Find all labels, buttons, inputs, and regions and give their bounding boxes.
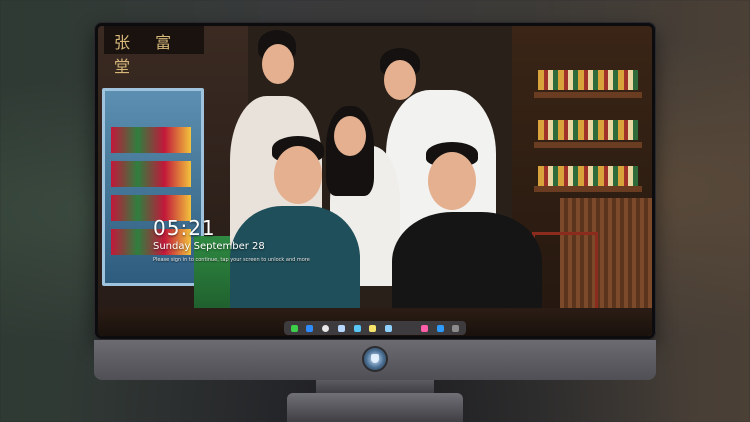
dock-item-camera[interactable] xyxy=(451,323,461,333)
face xyxy=(428,152,476,210)
monitor-bezel: 张 富 堂 05:21 Sunday September 28 Please s… xyxy=(94,22,656,340)
bottle-row xyxy=(538,70,638,90)
wallpaper: 张 富 堂 xyxy=(98,26,652,336)
shelf xyxy=(534,92,642,98)
dock-item-notes[interactable] xyxy=(368,323,378,333)
photos-app-icon xyxy=(353,324,361,332)
fridge-shelf xyxy=(111,127,191,153)
face xyxy=(384,60,416,100)
monitor-stand-neck xyxy=(316,380,434,394)
dock-item-app-store[interactable] xyxy=(435,323,445,333)
safari-icon xyxy=(322,324,330,332)
bottle-row xyxy=(538,120,638,140)
app-store-icon xyxy=(436,324,444,332)
messages-icon xyxy=(290,324,298,332)
preview-icon xyxy=(385,324,393,332)
dock-item-finder[interactable] xyxy=(305,323,315,333)
dock-item-preview[interactable] xyxy=(384,323,394,333)
files-icon xyxy=(337,324,345,332)
shop-sign-text: 张 富 堂 xyxy=(114,33,182,76)
face xyxy=(334,116,366,156)
shop-sign: 张 富 堂 xyxy=(104,26,204,76)
monitor-stand-base xyxy=(287,393,463,422)
camera-icon xyxy=(452,324,460,332)
dock-item-messages[interactable] xyxy=(289,323,299,333)
lock-date: Sunday September 28 xyxy=(153,241,265,252)
music-icon xyxy=(420,324,428,332)
notes-icon xyxy=(369,324,377,332)
dock-item-files[interactable] xyxy=(336,323,346,333)
lock-subtitle: Please sign in to continue, tap your scr… xyxy=(153,257,310,263)
monitor-chin xyxy=(94,340,656,380)
face xyxy=(262,44,294,84)
lock-screen[interactable]: 张 富 堂 05:21 Sunday September 28 Please s… xyxy=(98,26,652,336)
fridge-shelf xyxy=(111,161,191,187)
lock-time: 05:21 xyxy=(153,216,216,240)
monitor-logo-icon xyxy=(364,348,386,370)
dock-item-safari[interactable] xyxy=(321,323,331,333)
face xyxy=(274,146,322,204)
finder-icon xyxy=(306,324,314,332)
dock xyxy=(284,321,466,335)
shelf xyxy=(534,186,642,192)
bottle-row xyxy=(538,166,638,186)
dock-item-music[interactable] xyxy=(419,323,429,333)
shelf xyxy=(534,142,642,148)
dock-item-photos[interactable] xyxy=(352,323,362,333)
imac-monitor: 张 富 堂 05:21 Sunday September 28 Please s… xyxy=(94,22,656,380)
